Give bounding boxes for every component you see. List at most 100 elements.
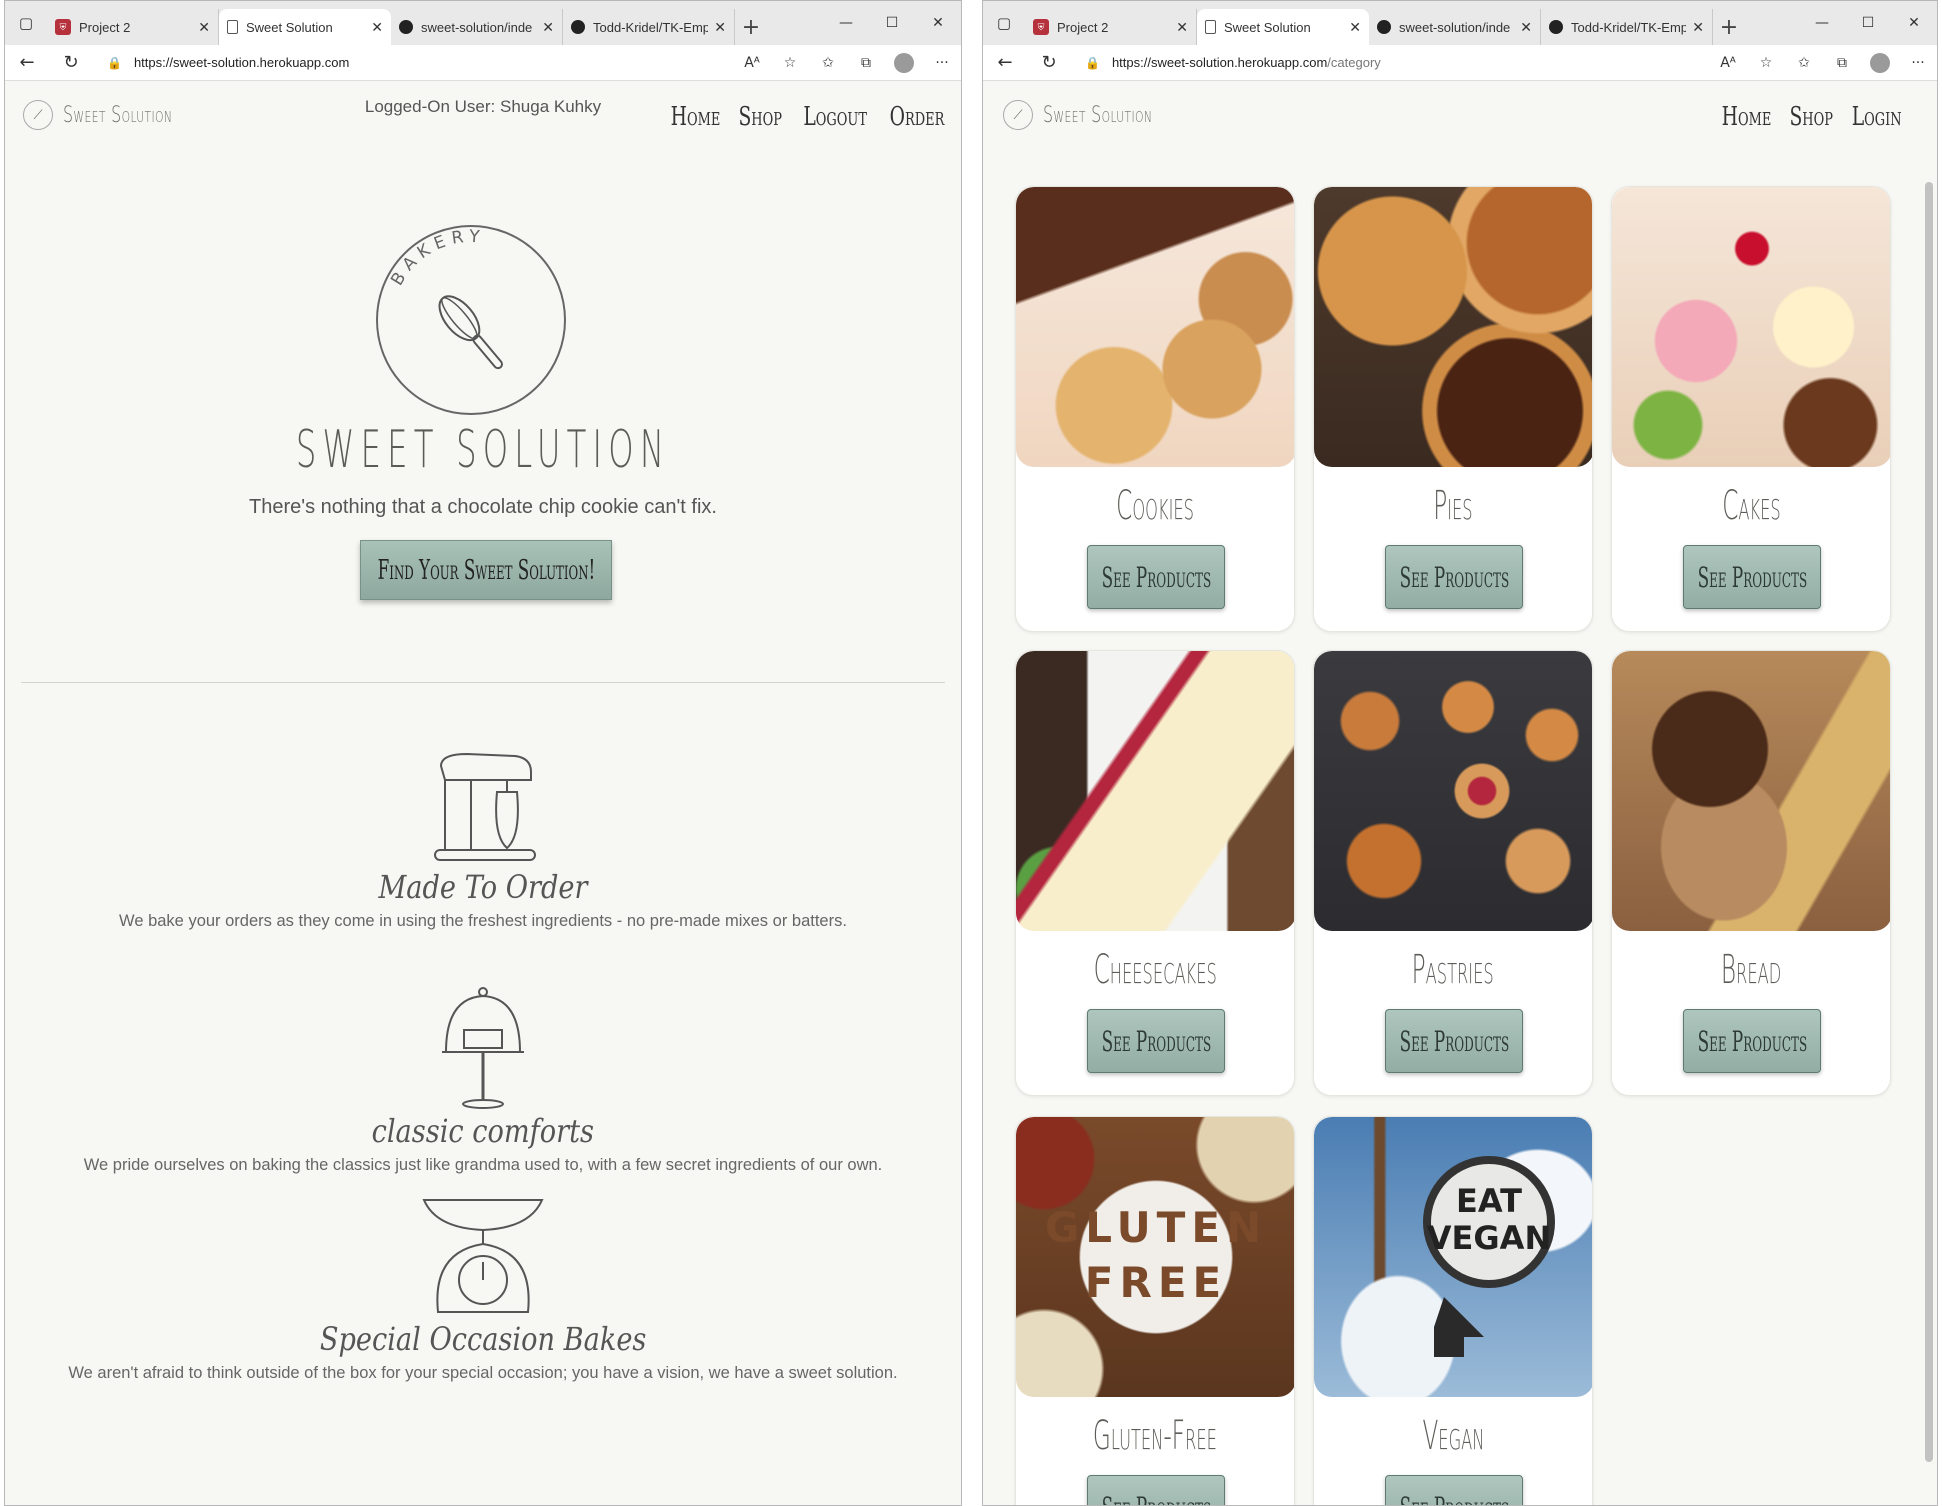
see-products-button[interactable]: See Products [1087, 545, 1225, 609]
nav-logout[interactable]: Logout [803, 102, 867, 132]
tab-actions-icon[interactable]: ▢ [5, 1, 47, 45]
page-scrollbar[interactable] [1923, 182, 1935, 1495]
category-card-gluten-free: GLUTEN FREE Gluten-Free See Products [1015, 1116, 1295, 1505]
browser-window-category: ▢ ⛨ Project 2 ✕ Sweet Solution ✕ sweet-s… [982, 0, 1938, 1506]
close-icon[interactable]: ✕ [1692, 19, 1704, 36]
brand-link[interactable]: ⟋ Sweet Solution [1003, 100, 1195, 130]
minimize-icon[interactable]: — [823, 15, 869, 31]
toolbar-icons: Aᴬ ☆ ✩ ⧉ ··· [1709, 52, 1937, 73]
collections-icon[interactable]: ⧉ [1823, 55, 1861, 71]
more-icon[interactable]: ··· [923, 55, 961, 71]
url-field[interactable]: 🔒 https://sweet-solution.herokuapp.com [93, 49, 733, 77]
url-host: https://sweet-solution.herokuapp.com [1111, 55, 1328, 70]
close-icon[interactable]: ✕ [1176, 19, 1188, 36]
close-icon[interactable]: ✕ [1349, 19, 1361, 36]
scrollbar-thumb[interactable] [1925, 182, 1933, 1462]
button-label: See Products [1101, 1491, 1211, 1506]
close-icon[interactable]: ✕ [714, 19, 726, 36]
lock-icon: 🔒 [107, 55, 122, 70]
url-host: https://sweet-solution.herokuapp.com [133, 55, 350, 70]
see-products-button[interactable]: See Products [1385, 545, 1523, 609]
refresh-icon[interactable]: ↻ [49, 52, 93, 73]
close-icon[interactable]: ✕ [198, 19, 210, 36]
page-icon [1205, 20, 1216, 34]
tab-project-2[interactable]: ⛨ Project 2 ✕ [1025, 9, 1197, 45]
tab-github-tk[interactable]: Todd-Kridel/TK-Emp ✕ [563, 9, 735, 45]
profile-icon[interactable] [885, 52, 923, 73]
address-bar: ← ↻ 🔒 https://sweet-solution.herokuapp.c… [5, 45, 961, 81]
cookies-photo [1016, 187, 1294, 467]
nav-home[interactable]: Home [1722, 102, 1772, 132]
address-bar: ← ↻ 🔒 https://sweet-solution.herokuapp.c… [983, 45, 1937, 81]
category-card-vegan: EAT VEGAN Vegan See Products [1313, 1116, 1593, 1505]
close-window-icon[interactable]: ✕ [915, 15, 961, 31]
read-aloud-icon[interactable]: Aᴬ [733, 55, 771, 71]
close-window-icon[interactable]: ✕ [1891, 15, 1937, 31]
whisk-logo-icon: ⟋ [1003, 100, 1033, 130]
tab-github-tk[interactable]: Todd-Kridel/TK-Emp ✕ [1541, 9, 1713, 45]
refresh-icon[interactable]: ↻ [1027, 52, 1071, 73]
see-products-button[interactable]: See Products [1087, 1009, 1225, 1073]
new-tab-button[interactable]: + [1713, 9, 1745, 45]
category-card-cookies: Cookies See Products [1015, 186, 1295, 632]
see-products-button[interactable]: See Products [1385, 1475, 1523, 1505]
tab-github-index[interactable]: sweet-solution/inde ✕ [391, 9, 563, 45]
find-sweet-solution-button[interactable]: Find Your Sweet Solution! [360, 540, 612, 600]
back-icon[interactable]: ← [5, 52, 49, 73]
profile-icon[interactable] [1861, 52, 1899, 73]
tab-project-2[interactable]: ⛨ Project 2 ✕ [47, 9, 219, 45]
gluten-free-lettering: GLUTEN FREE [1045, 1203, 1261, 1307]
url-field[interactable]: 🔒 https://sweet-solution.herokuapp.com/c… [1071, 49, 1709, 77]
button-label: See Products [1399, 1491, 1509, 1506]
tab-actions-icon[interactable]: ▢ [983, 1, 1025, 45]
emblem-text: BAKERY [387, 227, 480, 290]
new-tab-button[interactable]: + [735, 9, 767, 45]
button-label: See Products [1101, 560, 1211, 594]
nav-order[interactable]: Order [890, 102, 945, 132]
nav-shop[interactable]: Shop [739, 102, 782, 132]
github-icon [1377, 20, 1391, 34]
category-name: Cookies [1116, 483, 1194, 529]
minimize-icon[interactable]: — [1799, 15, 1845, 31]
tab-sweet-solution[interactable]: Sweet Solution ✕ [219, 9, 391, 45]
tab-sweet-solution[interactable]: Sweet Solution ✕ [1197, 9, 1369, 45]
favorites-icon[interactable]: ✩ [1785, 55, 1823, 71]
close-icon[interactable]: ✕ [1520, 19, 1532, 36]
tab-label: sweet-solution/inde [1399, 19, 1511, 35]
category-name: Bread [1720, 947, 1782, 993]
maximize-icon[interactable]: ☐ [1845, 15, 1891, 31]
category-card-pastries: Pastries See Products [1313, 650, 1593, 1096]
github-icon [399, 20, 413, 34]
svg-text:BAKERY: BAKERY [387, 227, 486, 290]
category-name: Pastries [1412, 947, 1494, 993]
nav-home[interactable]: Home [671, 102, 721, 132]
feature-title: classic comforts [371, 1112, 595, 1150]
see-products-button[interactable]: See Products [1683, 545, 1821, 609]
add-favorite-icon[interactable]: ☆ [1747, 55, 1785, 71]
tab-strip: ▢ ⛨ Project 2 ✕ Sweet Solution ✕ sweet-s… [5, 1, 961, 45]
hero-title: SWEET SOLUTION [295, 420, 671, 480]
category-name: Vegan [1422, 1413, 1484, 1459]
see-products-button[interactable]: See Products [1683, 1009, 1821, 1073]
collections-icon[interactable]: ⧉ [847, 55, 885, 71]
tab-label: Todd-Kridel/TK-Emp [1571, 19, 1687, 35]
tab-label: Todd-Kridel/TK-Emp [593, 19, 709, 35]
maximize-icon[interactable]: ☐ [869, 15, 915, 31]
read-aloud-icon[interactable]: Aᴬ [1709, 55, 1747, 71]
browser-window-home: ▢ ⛨ Project 2 ✕ Sweet Solution ✕ sweet-s… [4, 0, 962, 1506]
favorites-icon[interactable]: ✩ [809, 55, 847, 71]
nav-login[interactable]: Login [1851, 102, 1901, 132]
brand-link[interactable]: ⟋ Sweet Solution [23, 100, 215, 130]
pies-photo [1314, 187, 1592, 467]
tab-github-index[interactable]: sweet-solution/inde ✕ [1369, 9, 1541, 45]
see-products-button[interactable]: See Products [1087, 1475, 1225, 1505]
feature-description: We pride ourselves on baking the classic… [83, 1156, 883, 1174]
tab-label: Project 2 [1057, 19, 1109, 35]
see-products-button[interactable]: See Products [1385, 1009, 1523, 1073]
add-favorite-icon[interactable]: ☆ [771, 55, 809, 71]
close-icon[interactable]: ✕ [542, 19, 554, 36]
more-icon[interactable]: ··· [1899, 55, 1937, 71]
back-icon[interactable]: ← [983, 52, 1027, 73]
nav-shop[interactable]: Shop [1790, 102, 1833, 132]
close-icon[interactable]: ✕ [371, 19, 383, 36]
